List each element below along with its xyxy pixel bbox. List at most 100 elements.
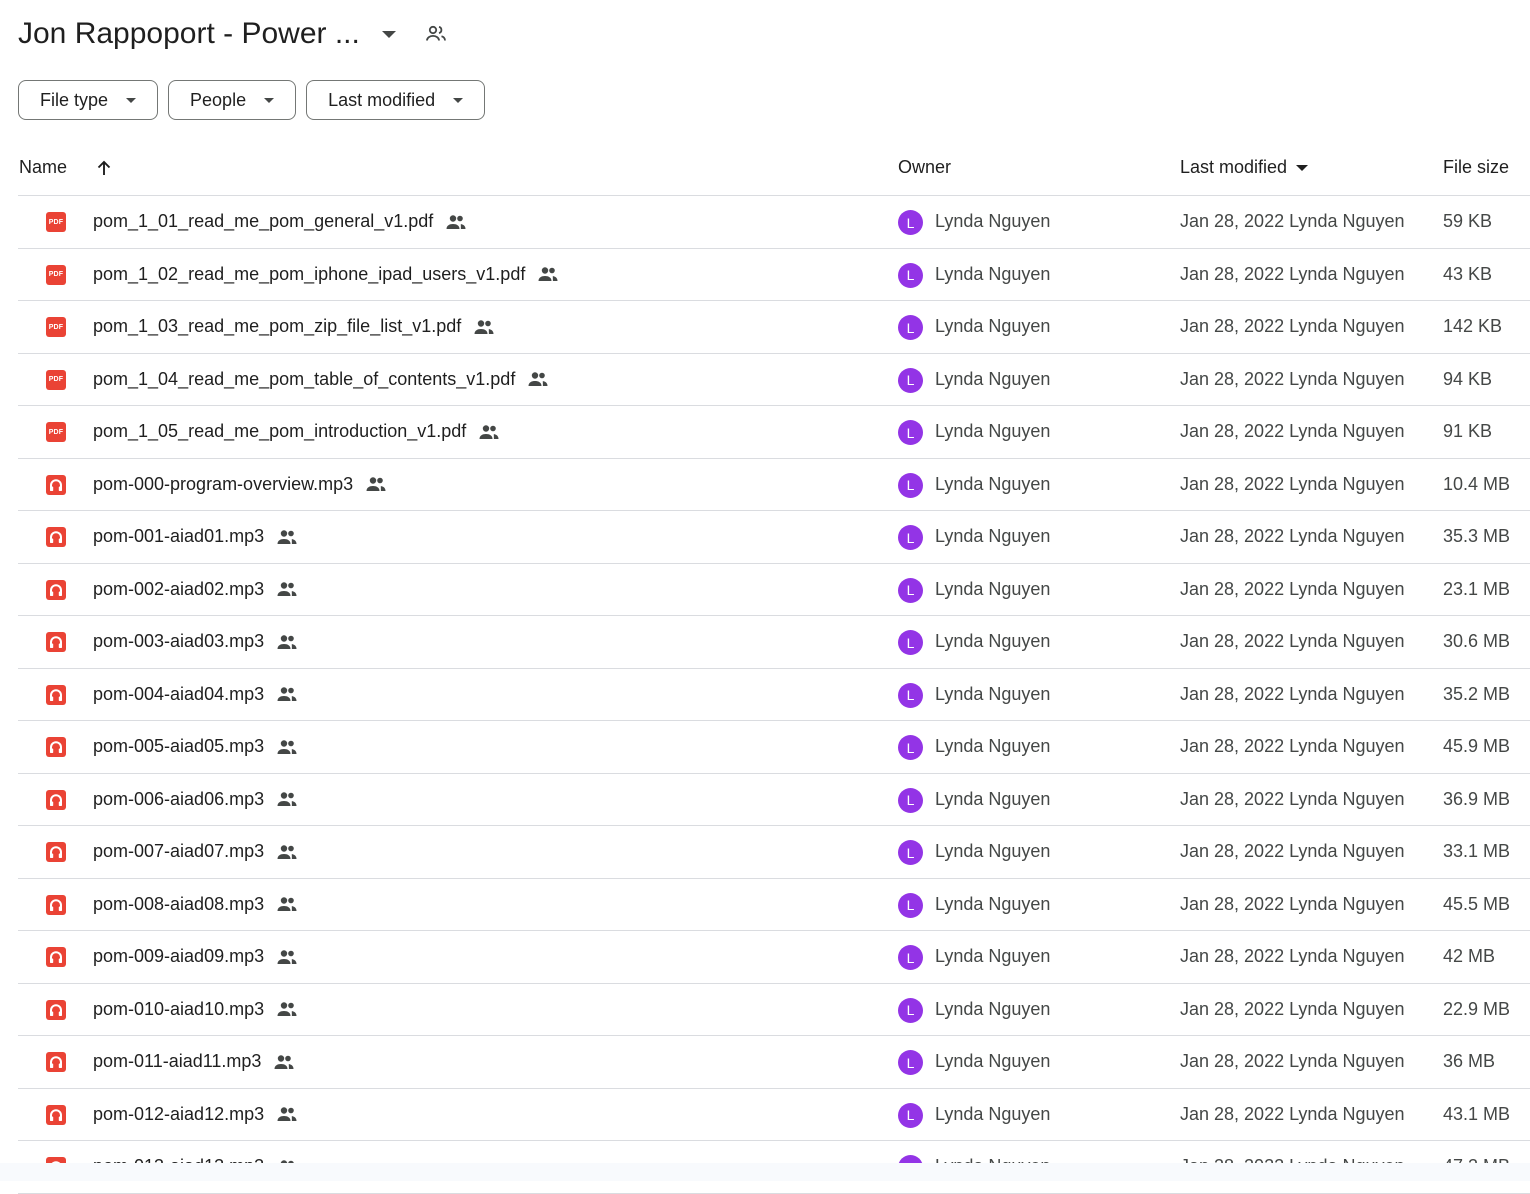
owner-column-header[interactable]: Owner xyxy=(898,157,951,178)
shared-users-icon xyxy=(276,949,298,965)
owner-name: Lynda Nguyen xyxy=(935,526,1051,546)
last-modified-column-header[interactable]: Last modified xyxy=(1180,157,1309,178)
file-name-cell: pom-000-program-overview.mp3 xyxy=(93,474,387,495)
file-row[interactable]: pom-002-aiad02.mp3 L Lynda Nguyen Jan 28, 2… xyxy=(18,564,1530,616)
file-size-value: 91 KB xyxy=(1443,421,1493,441)
arrow-up-icon[interactable] xyxy=(95,159,113,177)
file-name-cell: pom-004-aiad04.mp3 xyxy=(93,684,298,705)
owner-avatar[interactable]: L xyxy=(898,630,923,655)
file-row[interactable]: pom-003-aiad03.mp3 L Lynda Nguyen Jan 28, 2… xyxy=(18,616,1530,669)
file-size-value: 42 MB xyxy=(1443,946,1496,966)
last-modified-value: Jan 28, 2022 Lynda Nguyen xyxy=(1180,263,1405,284)
file-row[interactable]: pom-006-aiad06.mp3 L Lynda Nguyen Jan 28, 2… xyxy=(18,774,1530,826)
owner-name: Lynda Nguyen xyxy=(935,788,1051,809)
owner-name: Lynda Nguyen xyxy=(935,631,1051,651)
file-row[interactable]: pom-004-aiad04.mp3 L Lynda Nguyen Jan 28, 2… xyxy=(18,669,1530,721)
file-name-cell: pom_1_04_read_me_pom_table_of_contents_v… xyxy=(93,369,549,390)
file-name: pom_1_04_read_me_pom_table_of_contents_v… xyxy=(93,368,516,389)
owner-name: Lynda Nguyen xyxy=(935,368,1051,389)
owner-avatar[interactable]: L xyxy=(898,420,923,445)
shared-users-icon xyxy=(478,424,500,440)
shared-users-icon xyxy=(276,844,298,860)
file-size-value: 23.1 MB xyxy=(1443,578,1511,599)
last-modified-value: Jan 28, 2022 Lynda Nguyen xyxy=(1180,1103,1405,1124)
file-name-cell: pom-010-aiad10.mp3 xyxy=(93,999,298,1020)
chevron-down-icon xyxy=(264,97,275,103)
owner-avatar[interactable]: L xyxy=(898,945,923,970)
owner-name: Lynda Nguyen xyxy=(935,473,1051,494)
owner-avatar[interactable]: L xyxy=(898,1050,923,1075)
file-row[interactable]: pom-009-aiad09.mp3 L Lynda Nguyen Jan 28, 2… xyxy=(18,931,1530,984)
file-name: pom_1_05_read_me_pom_introduction_v1.pdf xyxy=(93,421,467,441)
audio-file-icon xyxy=(46,632,66,652)
file-size-value: 35.2 MB xyxy=(1443,683,1511,704)
file-row[interactable]: PDF pom_1_04_read_me_pom_table_of_content… xyxy=(18,354,1530,406)
last-modified-value: Jan 28, 2022 Lynda Nguyen xyxy=(1180,631,1405,651)
last-modified-value: Jan 28, 2022 Lynda Nguyen xyxy=(1180,736,1405,756)
name-column-header[interactable]: Name xyxy=(19,157,113,178)
file-size-value: 142 KB xyxy=(1443,316,1503,336)
bottom-scroll-edge xyxy=(0,1163,1530,1181)
file-row[interactable]: pom-001-aiad01.mp3 L Lynda Nguyen Jan 28, 2… xyxy=(18,511,1530,564)
file-row[interactable]: PDF pom_1_05_read_me_pom_introduction_v1.… xyxy=(18,406,1530,459)
audio-file-icon xyxy=(46,894,66,915)
audio-file-icon xyxy=(46,842,66,862)
file-row[interactable]: pom-012-aiad12.mp3 L Lynda Nguyen Jan 28, 2… xyxy=(18,1089,1530,1141)
last-modified-value: Jan 28, 2022 Lynda Nguyen xyxy=(1180,893,1405,914)
audio-file-icon xyxy=(46,947,66,967)
people-filter[interactable]: People xyxy=(168,80,297,120)
file-row[interactable]: pom-010-aiad10.mp3 L Lynda Nguyen Jan 28, 2… xyxy=(18,984,1530,1036)
file-name-cell: pom_1_01_read_me_pom_general_v1.pdf xyxy=(93,211,467,232)
owner-avatar[interactable]: L xyxy=(898,840,923,865)
file-size-value: 35.3 MB xyxy=(1443,526,1511,546)
owner-avatar[interactable]: L xyxy=(898,262,923,288)
pdf-file-icon: PDF xyxy=(46,317,66,337)
owner-avatar[interactable]: L xyxy=(898,577,923,603)
owner-avatar[interactable]: L xyxy=(898,315,923,340)
file-name: pom-010-aiad10.mp3 xyxy=(93,998,265,1019)
file-name-cell: pom_1_03_read_me_pom_zip_file_list_v1.pd… xyxy=(93,316,495,337)
file-row[interactable]: PDF pom_1_03_read_me_pom_zip_file_list_v1… xyxy=(18,301,1530,354)
file-size-column-header[interactable]: File size xyxy=(1443,157,1509,178)
owner-avatar[interactable]: L xyxy=(898,787,923,813)
file-name-cell: pom-009-aiad09.mp3 xyxy=(93,946,298,967)
owner-avatar[interactable]: L xyxy=(898,210,923,235)
owner-avatar[interactable]: L xyxy=(898,472,923,498)
file-name-cell: pom-011-aiad11.mp3 xyxy=(93,1051,295,1072)
folder-menu-caret-icon[interactable] xyxy=(381,30,396,38)
file-name: pom_1_02_read_me_pom_iphone_ipad_users_v… xyxy=(93,263,526,284)
owner-name: Lynda Nguyen xyxy=(935,578,1051,599)
file-row[interactable]: PDF pom_1_02_read_me_pom_iphone_ipad_user… xyxy=(18,249,1530,301)
file-row[interactable]: pom-008-aiad08.mp3 L Lynda Nguyen Jan 28, 2… xyxy=(18,879,1530,931)
pdf-file-icon: PDF xyxy=(46,369,66,390)
owner-avatar[interactable]: L xyxy=(898,892,923,918)
last-modified-filter[interactable]: Last modified xyxy=(306,80,486,120)
owner-name: Lynda Nguyen xyxy=(935,893,1051,914)
file-row[interactable]: pom-011-aiad11.mp3 L Lynda Nguyen Jan 28, 2… xyxy=(18,1036,1530,1089)
owner-avatar[interactable]: L xyxy=(898,367,923,393)
file-name: pom-004-aiad04.mp3 xyxy=(93,683,265,704)
owner-avatar[interactable]: L xyxy=(898,997,923,1023)
owner-avatar[interactable]: L xyxy=(898,1102,923,1128)
owner-avatar[interactable]: L xyxy=(898,682,923,708)
file-row[interactable]: PDF pom_1_01_read_me_pom_general_v1.pdf L L… xyxy=(18,196,1530,249)
shared-folder-icon[interactable] xyxy=(424,22,448,46)
file-size-column-label: File size xyxy=(1443,157,1510,177)
shared-users-icon xyxy=(445,214,467,230)
last-modified-value: Jan 28, 2022 Lynda Nguyen xyxy=(1180,683,1405,704)
chevron-down-icon xyxy=(453,97,464,103)
file-name: pom-011-aiad11.mp3 xyxy=(93,1051,262,1071)
file-row[interactable]: pom-007-aiad07.mp3 L Lynda Nguyen Jan 28, 2… xyxy=(18,826,1530,879)
folder-title[interactable]: Jon Rappoport - Power ... xyxy=(18,17,360,51)
file-row[interactable]: pom-000-program-overview.mp3 L Lynda Nguye… xyxy=(18,459,1530,511)
shared-users-icon xyxy=(527,371,549,387)
owner-avatar[interactable]: L xyxy=(898,735,923,760)
owner-name: Lynda Nguyen xyxy=(935,683,1051,704)
shared-users-icon xyxy=(276,634,298,650)
file-type-filter[interactable]: File type xyxy=(18,80,159,120)
file-row[interactable]: pom-005-aiad05.mp3 L Lynda Nguyen Jan 28, 2… xyxy=(18,721,1530,774)
shared-users-icon xyxy=(537,266,559,282)
audio-file-icon xyxy=(46,999,66,1020)
file-name-cell: pom_1_02_read_me_pom_iphone_ipad_users_v… xyxy=(93,264,559,285)
owner-avatar[interactable]: L xyxy=(898,525,923,550)
